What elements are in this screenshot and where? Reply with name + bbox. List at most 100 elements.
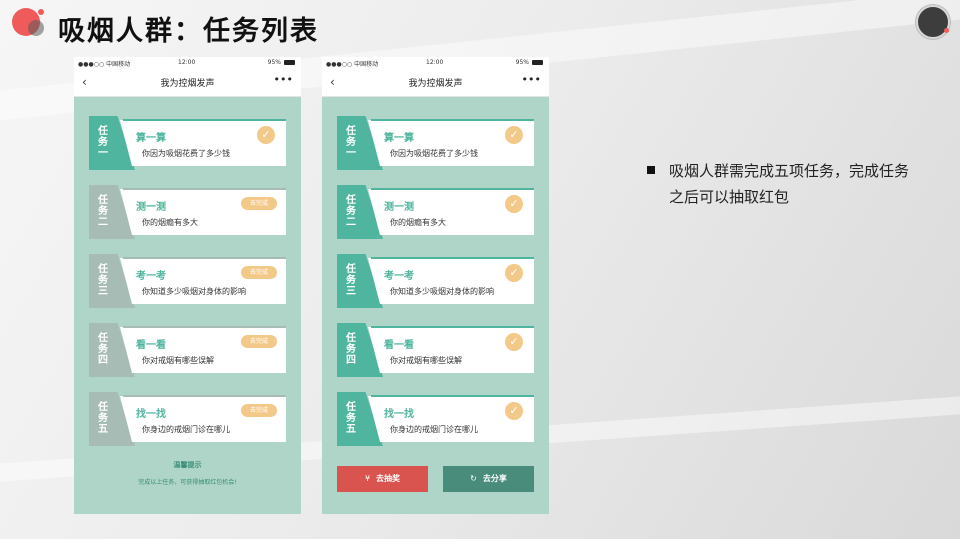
- task-description: 你因为吸烟花费了多少钱: [142, 149, 230, 158]
- task-card: 看一看 你对戒烟有哪些误解 去完成: [120, 327, 286, 373]
- task-tag-label: 任务二: [346, 195, 356, 228]
- card-accent-bar: [371, 257, 534, 259]
- task-title: 考一考: [136, 271, 166, 282]
- task-card: 测一测 你的烟瘾有多大 去完成: [120, 189, 286, 235]
- card-accent-bar: [123, 395, 286, 397]
- check-icon: ✓: [505, 333, 523, 351]
- task-item[interactable]: 任务四 看一看 你对戒烟有哪些误解 去完成: [89, 323, 286, 377]
- status-bar: ●●●○○ 中国移动 12:00 95%: [322, 57, 549, 69]
- check-icon: ✓: [257, 126, 275, 144]
- phone-screen-right: ●●●○○ 中国移动 12:00 95% ‹ 我为控烟发声 ••• 任务一 算一…: [322, 57, 549, 514]
- task-card: 考一考 你知道多少吸烟对身体的影响 去完成: [120, 258, 286, 304]
- task-tag-label: 任务五: [98, 402, 108, 435]
- task-description: 你的烟瘾有多大: [390, 218, 446, 227]
- task-item[interactable]: 任务五 找一找 你身边的戒烟门诊在哪儿 ✓: [337, 392, 534, 446]
- go-complete-button[interactable]: 去完成: [241, 197, 277, 210]
- share-button[interactable]: ↻ 去分享: [443, 466, 534, 492]
- go-complete-button[interactable]: 去完成: [241, 404, 277, 417]
- task-card: 测一测 你的烟瘾有多大 ✓: [368, 189, 534, 235]
- task-tag-label: 任务四: [98, 333, 108, 366]
- phone-screen-left: ●●●○○ 中国移动 12:00 95% ‹ 我为控烟发声 ••• 任务一 算一…: [74, 57, 301, 514]
- lottery-icon: ¥: [364, 474, 371, 483]
- task-item[interactable]: 任务一 算一算 你因为吸烟花费了多少钱 ✓: [337, 116, 534, 170]
- nav-title: 我为控烟发声: [160, 79, 215, 89]
- card-accent-bar: [123, 257, 286, 259]
- task-card: 找一找 你身边的戒烟门诊在哪儿 ✓: [368, 396, 534, 442]
- task-tag-label: 任务一: [98, 126, 108, 159]
- task-item[interactable]: 任务五 找一找 你身边的戒烟门诊在哪儿 去完成: [89, 392, 286, 446]
- task-description: 你因为吸烟花费了多少钱: [390, 149, 478, 158]
- check-icon: ✓: [505, 126, 523, 144]
- bullet-text: 吸烟人群需完成五项任务，完成任务之后可以抽取红包: [669, 162, 910, 206]
- task-item[interactable]: 任务三 考一考 你知道多少吸烟对身体的影响 ✓: [337, 254, 534, 308]
- nav-bar: ‹ 我为控烟发声 •••: [322, 69, 549, 97]
- task-tag-label: 任务四: [346, 333, 356, 366]
- task-card: 看一看 你对戒烟有哪些误解 ✓: [368, 327, 534, 373]
- go-complete-button[interactable]: 去完成: [241, 266, 277, 279]
- card-accent-bar: [371, 188, 534, 190]
- task-card: 找一找 你身边的戒烟门诊在哪儿 去完成: [120, 396, 286, 442]
- time-text: 12:00: [426, 59, 444, 66]
- card-accent-bar: [123, 326, 286, 328]
- task-item[interactable]: 任务二 测一测 你的烟瘾有多大 ✓: [337, 185, 534, 239]
- task-description: 你知道多少吸烟对身体的影响: [390, 287, 494, 296]
- check-icon: ✓: [505, 264, 523, 282]
- task-item[interactable]: 任务三 考一考 你知道多少吸烟对身体的影响 去完成: [89, 254, 286, 308]
- decorative-circle: [28, 20, 44, 36]
- task-tag-label: 任务五: [346, 402, 356, 435]
- check-icon: ✓: [505, 402, 523, 420]
- decorative-dot: [38, 9, 44, 15]
- task-description: 你对戒烟有哪些误解: [390, 356, 462, 365]
- carrier-text: ●●●○○ 中国移动: [78, 61, 131, 68]
- carrier-text: ●●●○○ 中国移动: [326, 61, 379, 68]
- battery-text: 95%: [515, 59, 529, 66]
- card-accent-bar: [123, 188, 286, 190]
- task-title: 看一看: [136, 340, 166, 351]
- task-card: 算一算 你因为吸烟花费了多少钱 ✓: [120, 120, 286, 166]
- task-tag-label: 任务三: [346, 264, 356, 297]
- task-title: 测一测: [384, 202, 414, 213]
- card-accent-bar: [123, 119, 286, 121]
- tip-title: 温馨提示: [173, 461, 202, 469]
- task-item[interactable]: 任务二 测一测 你的烟瘾有多大 去完成: [89, 185, 286, 239]
- task-item[interactable]: 任务四 看一看 你对戒烟有哪些误解 ✓: [337, 323, 534, 377]
- check-icon: ✓: [505, 195, 523, 213]
- slide-title: 吸烟人群：任务列表: [58, 16, 319, 47]
- nav-bar: ‹ 我为控烟发声 •••: [74, 69, 301, 97]
- task-description: 你对戒烟有哪些误解: [142, 356, 214, 365]
- card-accent-bar: [371, 119, 534, 121]
- task-card: 考一考 你知道多少吸烟对身体的影响 ✓: [368, 258, 534, 304]
- tip-text: 完成以上任务，可获得抽取红包机会!: [138, 479, 237, 486]
- task-tag-label: 任务二: [98, 195, 108, 228]
- task-tag-label: 任务一: [346, 126, 356, 159]
- card-accent-bar: [371, 395, 534, 397]
- task-description: 你的烟瘾有多大: [142, 218, 198, 227]
- task-item[interactable]: 任务一 算一算 你因为吸烟花费了多少钱 ✓: [89, 116, 286, 170]
- card-accent-bar: [371, 326, 534, 328]
- nav-title: 我为控烟发声: [408, 79, 463, 89]
- task-description: 你知道多少吸烟对身体的影响: [142, 287, 246, 296]
- logo-dot: [944, 28, 949, 33]
- task-title: 考一考: [384, 271, 414, 282]
- task-tag-label: 任务三: [98, 264, 108, 297]
- lottery-button-label: 去抽奖: [376, 474, 401, 483]
- task-description: 你身边的戒烟门诊在哪儿: [142, 425, 230, 434]
- more-icon[interactable]: •••: [274, 73, 293, 86]
- task-title: 找一找: [384, 409, 414, 420]
- task-title: 找一找: [136, 409, 166, 420]
- share-icon: ↻: [470, 474, 477, 483]
- logo-icon: [916, 5, 950, 39]
- battery-text: 95%: [267, 59, 281, 66]
- task-title: 测一测: [136, 202, 166, 213]
- task-title: 算一算: [384, 133, 414, 144]
- task-title: 算一算: [136, 133, 166, 144]
- task-title: 看一看: [384, 340, 414, 351]
- lottery-button[interactable]: ¥ 去抽奖: [337, 466, 428, 492]
- share-button-label: 去分享: [482, 474, 507, 483]
- task-card: 算一算 你因为吸烟花费了多少钱 ✓: [368, 120, 534, 166]
- bullet-square-icon: [647, 166, 655, 174]
- more-icon[interactable]: •••: [522, 73, 541, 86]
- go-complete-button[interactable]: 去完成: [241, 335, 277, 348]
- battery-icon: [532, 60, 543, 65]
- task-description: 你身边的戒烟门诊在哪儿: [390, 425, 478, 434]
